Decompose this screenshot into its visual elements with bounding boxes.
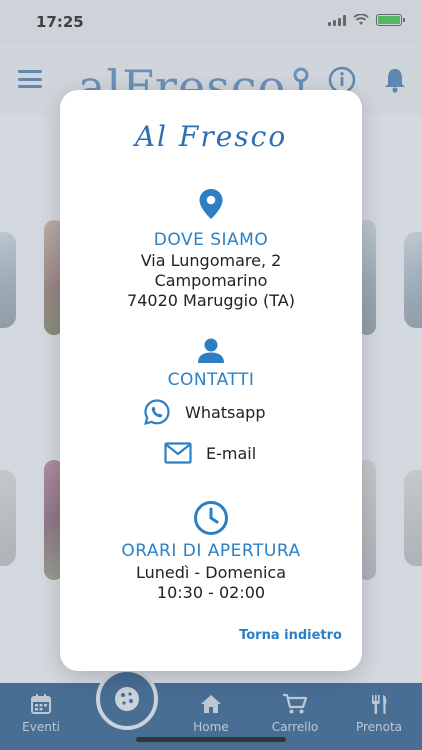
- location-pin-icon: [199, 189, 223, 219]
- whatsapp-icon: [144, 399, 170, 425]
- whatsapp-label: Whatsapp: [185, 402, 266, 422]
- email-label: E-mail: [206, 443, 257, 463]
- back-button[interactable]: Torna indietro: [239, 628, 342, 643]
- address-line: Campomarino: [154, 271, 268, 290]
- address-line: 74020 Maruggio (TA): [127, 291, 295, 310]
- clock-icon: [194, 501, 228, 535]
- email-link[interactable]: E-mail: [164, 442, 256, 464]
- hours-days: Lunedì - Domenica: [135, 563, 287, 582]
- person-icon: [198, 338, 224, 363]
- mail-icon: [164, 442, 192, 464]
- hours-heading: ORARI DI APERTURA: [121, 541, 301, 561]
- modal-title: Al Fresco: [134, 120, 288, 153]
- location-heading: DOVE SIAMO: [153, 230, 269, 250]
- address-line: Via Lungomare, 2: [140, 251, 282, 270]
- whatsapp-link[interactable]: Whatsapp: [143, 398, 266, 426]
- hours-time: 10:30 - 02:00: [156, 583, 266, 602]
- info-modal: Al Fresco DOVE SIAMO Via Lungomare, 2 Ca…: [60, 90, 362, 671]
- contacts-heading: CONTATTI: [167, 370, 255, 390]
